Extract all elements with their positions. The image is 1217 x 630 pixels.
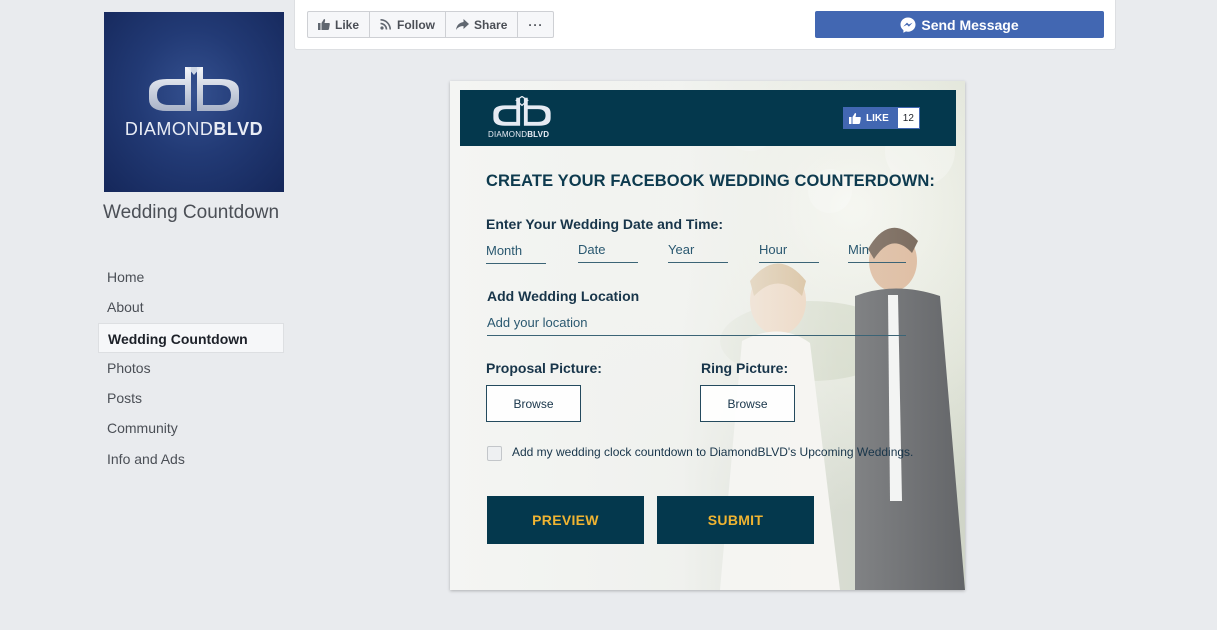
share-button[interactable]: Share: [446, 12, 519, 37]
logo-wordmark: DIAMONDBLVD: [124, 118, 264, 139]
month-field[interactable]: Month: [486, 242, 546, 264]
proposal-picture-label: Proposal Picture:: [486, 360, 602, 376]
header-wordmark: DIAMONDBLVD: [488, 130, 550, 139]
nav-item-photos[interactable]: Photos: [98, 353, 284, 383]
app-header: DIAMONDBLVD LIKE 12: [460, 90, 956, 146]
page-nav: Home About Wedding Countdown Photos Post…: [98, 262, 284, 474]
upcoming-weddings-label: Add my wedding clock countdown to Diamon…: [512, 445, 914, 459]
like-button[interactable]: Like: [308, 12, 371, 37]
upcoming-weddings-checkbox[interactable]: [487, 446, 502, 461]
form-title: CREATE YOUR FACEBOOK WEDDING COUNTERDOWN…: [486, 172, 935, 190]
nav-item-info-and-ads[interactable]: Info and Ads: [98, 444, 284, 474]
location-label: Add Wedding Location: [487, 288, 640, 304]
minute-field[interactable]: Min: [848, 241, 906, 263]
thumbs-up-icon: [318, 19, 330, 30]
fb-like-button[interactable]: LIKE: [843, 107, 897, 129]
send-message-button[interactable]: Send Message: [815, 11, 1104, 38]
more-options-button[interactable]: ···: [518, 12, 553, 37]
nav-item-wedding-countdown[interactable]: Wedding Countdown: [98, 322, 284, 353]
proposal-browse-button[interactable]: Browse: [486, 385, 581, 422]
preview-button[interactable]: PREVIEW: [487, 496, 644, 544]
nav-item-posts[interactable]: Posts: [98, 383, 284, 413]
location-input[interactable]: Add your location: [487, 314, 906, 336]
ellipsis-icon: ···: [528, 17, 544, 32]
page-actions: Like Follow Share ···: [307, 11, 555, 38]
diamondblvd-logo-icon: [149, 66, 239, 111]
messenger-icon: [900, 17, 916, 33]
fb-like-count: 12: [896, 107, 920, 129]
nav-item-community[interactable]: Community: [98, 413, 284, 443]
nav-item-about[interactable]: About: [98, 292, 284, 322]
diamondblvd-header-logo-icon: [493, 96, 551, 126]
thumbs-up-icon: [849, 112, 861, 124]
wedding-countdown-app: DIAMONDBLVD LIKE 12 CREATE YOUR FACEBOOK…: [450, 81, 965, 590]
ring-browse-button[interactable]: Browse: [700, 385, 795, 422]
page-action-bar: Like Follow Share ··· Send Message: [294, 0, 1116, 50]
hour-field[interactable]: Hour: [759, 241, 819, 263]
page-name[interactable]: Wedding Countdown: [103, 200, 283, 226]
submit-button[interactable]: SUBMIT: [657, 496, 814, 544]
rss-follow-icon: [380, 19, 392, 30]
share-arrow-icon: [456, 19, 470, 30]
profile-picture[interactable]: DIAMONDBLVD: [104, 12, 284, 192]
fb-like-widget[interactable]: LIKE 12: [843, 107, 920, 129]
ring-picture-label: Ring Picture:: [701, 360, 789, 376]
nav-item-home[interactable]: Home: [98, 262, 284, 292]
date-time-label: Enter Your Wedding Date and Time:: [486, 216, 723, 232]
follow-button[interactable]: Follow: [370, 12, 447, 37]
year-field[interactable]: Year: [668, 241, 728, 263]
date-field[interactable]: Date: [578, 241, 638, 263]
